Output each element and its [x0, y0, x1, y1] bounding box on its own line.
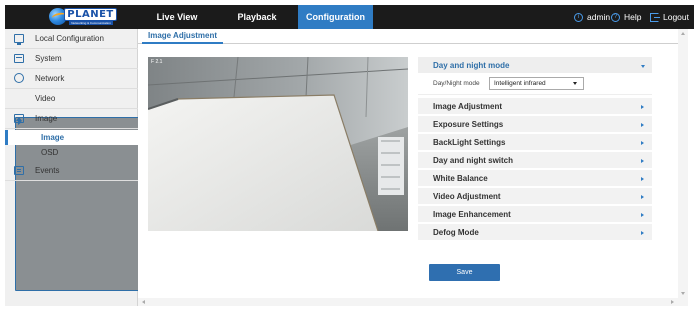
logo-wordmark: PLANET: [64, 8, 117, 21]
save-button[interactable]: Save: [429, 264, 500, 281]
system-icon: [14, 54, 24, 63]
chevron-right-icon: [641, 141, 644, 145]
sidebar-subitem-label: Image: [41, 133, 65, 142]
chevron-down-icon: [641, 65, 645, 68]
sidebar-item-label: Network: [35, 74, 65, 83]
globe-icon: [14, 73, 24, 83]
help-label: Help: [624, 12, 642, 22]
sidebar-item-network[interactable]: Network: [5, 69, 138, 89]
sidebar-item-label: Image: [35, 114, 58, 123]
live-video-preview[interactable]: F 2.1: [148, 57, 408, 231]
section-white-balance[interactable]: White Balance: [418, 170, 652, 187]
section-title: Day and night switch: [433, 156, 514, 165]
section-day-and-night-switch[interactable]: Day and night switch: [418, 152, 652, 169]
planet-logo: PLANET Networking & Communication: [49, 8, 117, 25]
section-video-adjustment[interactable]: Video Adjustment: [418, 188, 652, 205]
sidebar-item-events[interactable]: Events: [5, 161, 138, 181]
section-defog-mode[interactable]: Defog Mode: [418, 224, 652, 241]
camera-frame-image: [148, 57, 408, 231]
app-window: PLANET Networking & Communication Live V…: [0, 0, 699, 311]
section-title: Image Adjustment: [433, 102, 503, 111]
username-label: admin: [587, 12, 611, 22]
section-title: Defog Mode: [433, 228, 479, 237]
section-image-enhancement[interactable]: Image Enhancement: [418, 206, 652, 223]
section-title: Video Adjustment: [433, 192, 501, 201]
day-night-mode-label: Day/Night mode: [433, 80, 480, 87]
video-timestamp: F 2.1: [151, 59, 163, 65]
section-image-adjustment[interactable]: Image Adjustment: [418, 98, 652, 115]
user-icon: i: [574, 13, 583, 23]
scroll-down-arrow-icon[interactable]: [681, 292, 685, 295]
section-day-and-night-mode[interactable]: Day and night mode: [418, 57, 652, 74]
sidebar-item-label: Video: [35, 94, 56, 103]
section-title: Image Enhancement: [433, 210, 511, 219]
section-title: Exposure Settings: [433, 120, 504, 129]
main-tab-bar: Image Adjustment: [138, 29, 678, 44]
section-title: BackLight Settings: [433, 138, 506, 147]
chevron-right-icon: [641, 195, 644, 199]
vertical-scrollbar[interactable]: [678, 29, 688, 298]
logo-tagline: Networking & Communication: [69, 21, 113, 25]
chevron-right-icon: [641, 159, 644, 163]
logout-link[interactable]: Logout: [650, 5, 689, 29]
sidebar-item-local-configuration[interactable]: Local Configuration: [5, 29, 138, 49]
sidebar-subitem-image[interactable]: Image: [5, 130, 138, 145]
chevron-right-icon: [641, 123, 644, 127]
scroll-left-arrow-icon[interactable]: [142, 300, 145, 304]
section-exposure-settings[interactable]: Exposure Settings: [418, 116, 652, 133]
sidebar-item-video[interactable]: Video: [5, 89, 275, 291]
day-night-mode-value: Intelligent infrared: [494, 80, 546, 87]
logout-icon: [650, 13, 660, 23]
tab-configuration[interactable]: Configuration: [298, 5, 373, 29]
top-navigation-bar: PLANET Networking & Communication Live V…: [5, 5, 694, 29]
sidebar-item-image[interactable]: Image: [5, 109, 138, 129]
section-title: White Balance: [433, 174, 488, 183]
main-content: Image Adjustment F 2.1 Day and night mod…: [138, 29, 694, 306]
tab-live-view[interactable]: Live View: [147, 5, 207, 29]
sidebar-item-label: Local Configuration: [35, 34, 104, 43]
sidebar-subitem-osd[interactable]: OSD: [5, 145, 138, 160]
sidebar-item-label: Events: [35, 166, 60, 175]
user-menu[interactable]: i admin: [574, 5, 610, 29]
image-icon: [14, 114, 24, 123]
dropdown-caret-icon: [573, 82, 577, 85]
logout-label: Logout: [663, 12, 689, 22]
section-title: Day and night mode: [433, 61, 510, 70]
logo-area: PLANET Networking & Communication: [5, 5, 140, 29]
scroll-up-arrow-icon[interactable]: [681, 32, 685, 35]
chevron-right-icon: [641, 105, 644, 109]
sidebar-item-label: System: [35, 54, 62, 63]
day-night-mode-body: Day/Night mode Intelligent infrared: [418, 74, 652, 95]
monitor-icon: [14, 34, 24, 45]
settings-accordion: Day and night mode Day/Night mode Intell…: [418, 57, 652, 241]
sidebar-subitem-label: OSD: [41, 148, 59, 157]
chevron-right-icon: [641, 231, 644, 235]
horizontal-scrollbar[interactable]: [138, 298, 688, 306]
scroll-right-arrow-icon[interactable]: [671, 300, 674, 304]
section-backlight-settings[interactable]: BackLight Settings: [418, 134, 652, 151]
tab-image-adjustment[interactable]: Image Adjustment: [142, 29, 224, 44]
events-icon: [14, 166, 24, 175]
help-icon: ?: [611, 13, 620, 23]
day-night-mode-select[interactable]: Intelligent infrared: [489, 77, 584, 90]
chevron-right-icon: [641, 177, 644, 181]
tab-playback[interactable]: Playback: [227, 5, 287, 29]
help-link[interactable]: ? Help: [611, 5, 641, 29]
sidebar: Local Configuration System Network Video…: [5, 29, 275, 306]
sidebar-item-system[interactable]: System: [5, 49, 138, 69]
chevron-right-icon: [641, 213, 644, 217]
